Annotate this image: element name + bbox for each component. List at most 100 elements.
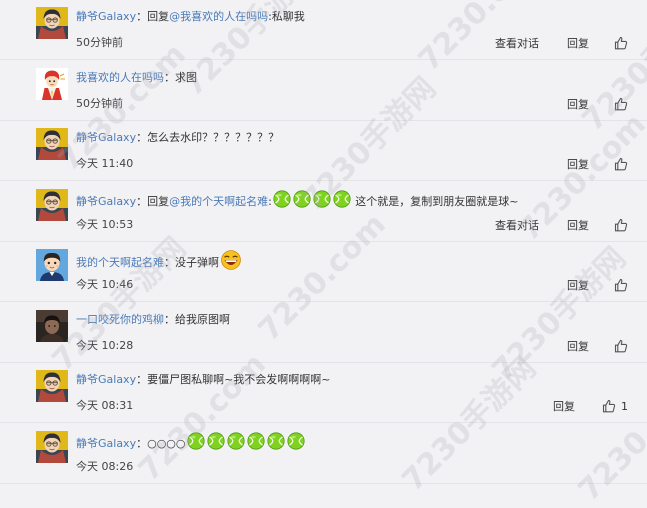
reply-link[interactable]: 回复 [553, 398, 575, 414]
reply-link[interactable]: 回复 [567, 156, 589, 172]
avatar[interactable] [36, 188, 68, 221]
tennis-ball-emoji-icon [286, 431, 305, 456]
comment-body-text: :私聊我 [268, 10, 305, 23]
comment-actions: 回复 1 [553, 398, 628, 414]
comment-text: 静爷Galaxy：回复@我的个天啊起名难: 这个就是，复制到朋友圈就是球~ [76, 189, 519, 208]
comment-item: 我喜欢的人在吗吗：求图 50分钟前 回复 [0, 60, 647, 121]
thumbs-up-icon [614, 36, 628, 50]
username-separator: ： [164, 70, 175, 84]
username-link[interactable]: 静爷Galaxy [76, 131, 136, 144]
username-link[interactable]: 静爷Galaxy [76, 10, 136, 23]
tennis-ball-emoji-icon [206, 431, 225, 456]
mention-link[interactable]: @我喜欢的人在吗吗 [169, 10, 268, 23]
username-link[interactable]: 我喜欢的人在吗吗 [76, 71, 164, 84]
reply-link[interactable]: 回复 [567, 277, 589, 293]
laughing-face-emoji-icon [220, 250, 242, 276]
avatar[interactable] [36, 7, 68, 39]
comment-text: 我喜欢的人在吗吗：求图 [76, 69, 197, 87]
avatar[interactable] [36, 249, 68, 281]
avatar[interactable] [36, 309, 68, 342]
comment-text: 我的个天啊起名难：没子弹啊 [76, 250, 243, 270]
avatar[interactable] [36, 430, 68, 463]
comment-body-text: : [268, 194, 272, 208]
avatar-image [36, 188, 68, 221]
view-conversation-link[interactable]: 查看对话 [495, 217, 539, 233]
like-button[interactable] [614, 97, 628, 111]
avatar[interactable] [36, 128, 68, 160]
avatar[interactable] [36, 370, 68, 402]
tennis-ball-emoji-icon [293, 189, 311, 214]
comment-body-text: 这个就是，复制到朋友圈就是球~ [351, 194, 519, 208]
username-separator: ： [164, 312, 175, 326]
comment-timestamp: 今天 10:28 [76, 338, 134, 352]
comment-timestamp: 今天 08:26 [76, 459, 134, 473]
tennis-ball-emoji-icon [273, 189, 291, 214]
username-link[interactable]: 静爷Galaxy [76, 195, 136, 208]
comment-timestamp: 50分钟前 [76, 36, 123, 49]
comment-item: 一口咬死你的鸡柳：给我原图啊今天 10:28 回复 [0, 302, 647, 363]
thumbs-up-icon [614, 97, 628, 110]
comment-body-text: 要僵尸图私聊啊~我不会发啊啊啊啊~ [147, 373, 331, 386]
comment-body-text: 求图 [175, 70, 197, 84]
comment-item: 静爷Galaxy：回复@我喜欢的人在吗吗:私聊我 50分钟前 查看对话 回复 [0, 0, 647, 60]
username-separator: ： [136, 10, 148, 23]
comment-timestamp: 今天 10:46 [76, 278, 134, 291]
comment-text: 静爷Galaxy：○○○○ [76, 431, 306, 450]
comment-body-text: 给我原图啊 [175, 312, 230, 326]
tennis-ball-emoji-icon [246, 431, 265, 456]
username-separator: ： [136, 436, 148, 450]
comment-actions: 回复 [567, 338, 628, 354]
comment-item: 静爷Galaxy：要僵尸图私聊啊~我不会发啊啊啊啊~ 今天 08:31 回复 1 [0, 362, 647, 423]
username-separator: ： [136, 194, 148, 208]
comment-timestamp: 今天 08:31 [76, 399, 134, 412]
username-link[interactable]: 我的个天啊起名难 [76, 256, 164, 269]
reply-link[interactable]: 回复 [567, 96, 589, 112]
avatar-image [36, 249, 68, 281]
thumbs-up-icon [602, 399, 616, 413]
tennis-ball-emoji-icon [333, 189, 351, 214]
comment-text: 一口咬死你的鸡柳：给我原图啊 [76, 311, 230, 329]
like-button[interactable] [614, 157, 628, 171]
username-separator: ： [136, 373, 148, 386]
tennis-ball-emoji-icon [226, 431, 245, 456]
username-link[interactable]: 静爷Galaxy [76, 437, 136, 450]
username-link[interactable]: 一口咬死你的鸡柳 [76, 313, 164, 326]
reply-link[interactable]: 回复 [567, 217, 589, 233]
comment-timestamp: 今天 11:40 [76, 157, 134, 170]
tennis-ball-emoji-icon [186, 431, 205, 456]
like-button[interactable] [614, 218, 628, 232]
avatar-image [36, 67, 68, 100]
thumbs-up-icon [614, 339, 628, 352]
avatar-image [36, 7, 68, 39]
thumbs-up-icon [614, 157, 628, 171]
username-separator: ： [164, 256, 175, 269]
comment-text: 静爷Galaxy：要僵尸图私聊啊~我不会发啊啊啊啊~ [76, 371, 331, 389]
reply-link[interactable]: 回复 [567, 35, 589, 51]
comment-actions: 回复 [567, 156, 628, 172]
like-button[interactable]: 1 [602, 399, 628, 413]
avatar-image [36, 430, 68, 463]
tennis-ball-emoji-icon [266, 431, 285, 456]
comment-item: 静爷Galaxy：怎么去水印？？？？？？？ 今天 11:40 回复 [0, 120, 647, 181]
avatar-image [36, 128, 68, 160]
like-button[interactable] [614, 36, 628, 50]
avatar[interactable] [36, 67, 68, 100]
comment-body-text: 回复 [147, 194, 170, 208]
thumbs-up-icon [614, 278, 628, 292]
thumbs-up-icon [614, 218, 628, 231]
comment-timestamp: 今天 10:53 [76, 217, 134, 231]
like-button[interactable] [614, 278, 628, 292]
comment-item: 我的个天啊起名难：没子弹啊今天 10:46 回复 [0, 241, 647, 302]
reply-link[interactable]: 回复 [567, 338, 589, 354]
avatar-image [36, 309, 68, 342]
username-link[interactable]: 静爷Galaxy [76, 373, 136, 386]
view-conversation-link[interactable]: 查看对话 [495, 35, 539, 51]
comment-actions: 查看对话 回复 [495, 35, 628, 51]
like-button[interactable] [614, 339, 628, 353]
avatar-image [36, 370, 68, 402]
mention-link[interactable]: @我的个天啊起名难 [169, 195, 268, 208]
comment-body-text: 回复 [147, 10, 170, 23]
comment-text: 静爷Galaxy：怎么去水印？？？？？？？ [76, 129, 279, 147]
comment-actions: 回复 [567, 96, 628, 112]
comment-body-text: ○○○○ [147, 436, 186, 450]
